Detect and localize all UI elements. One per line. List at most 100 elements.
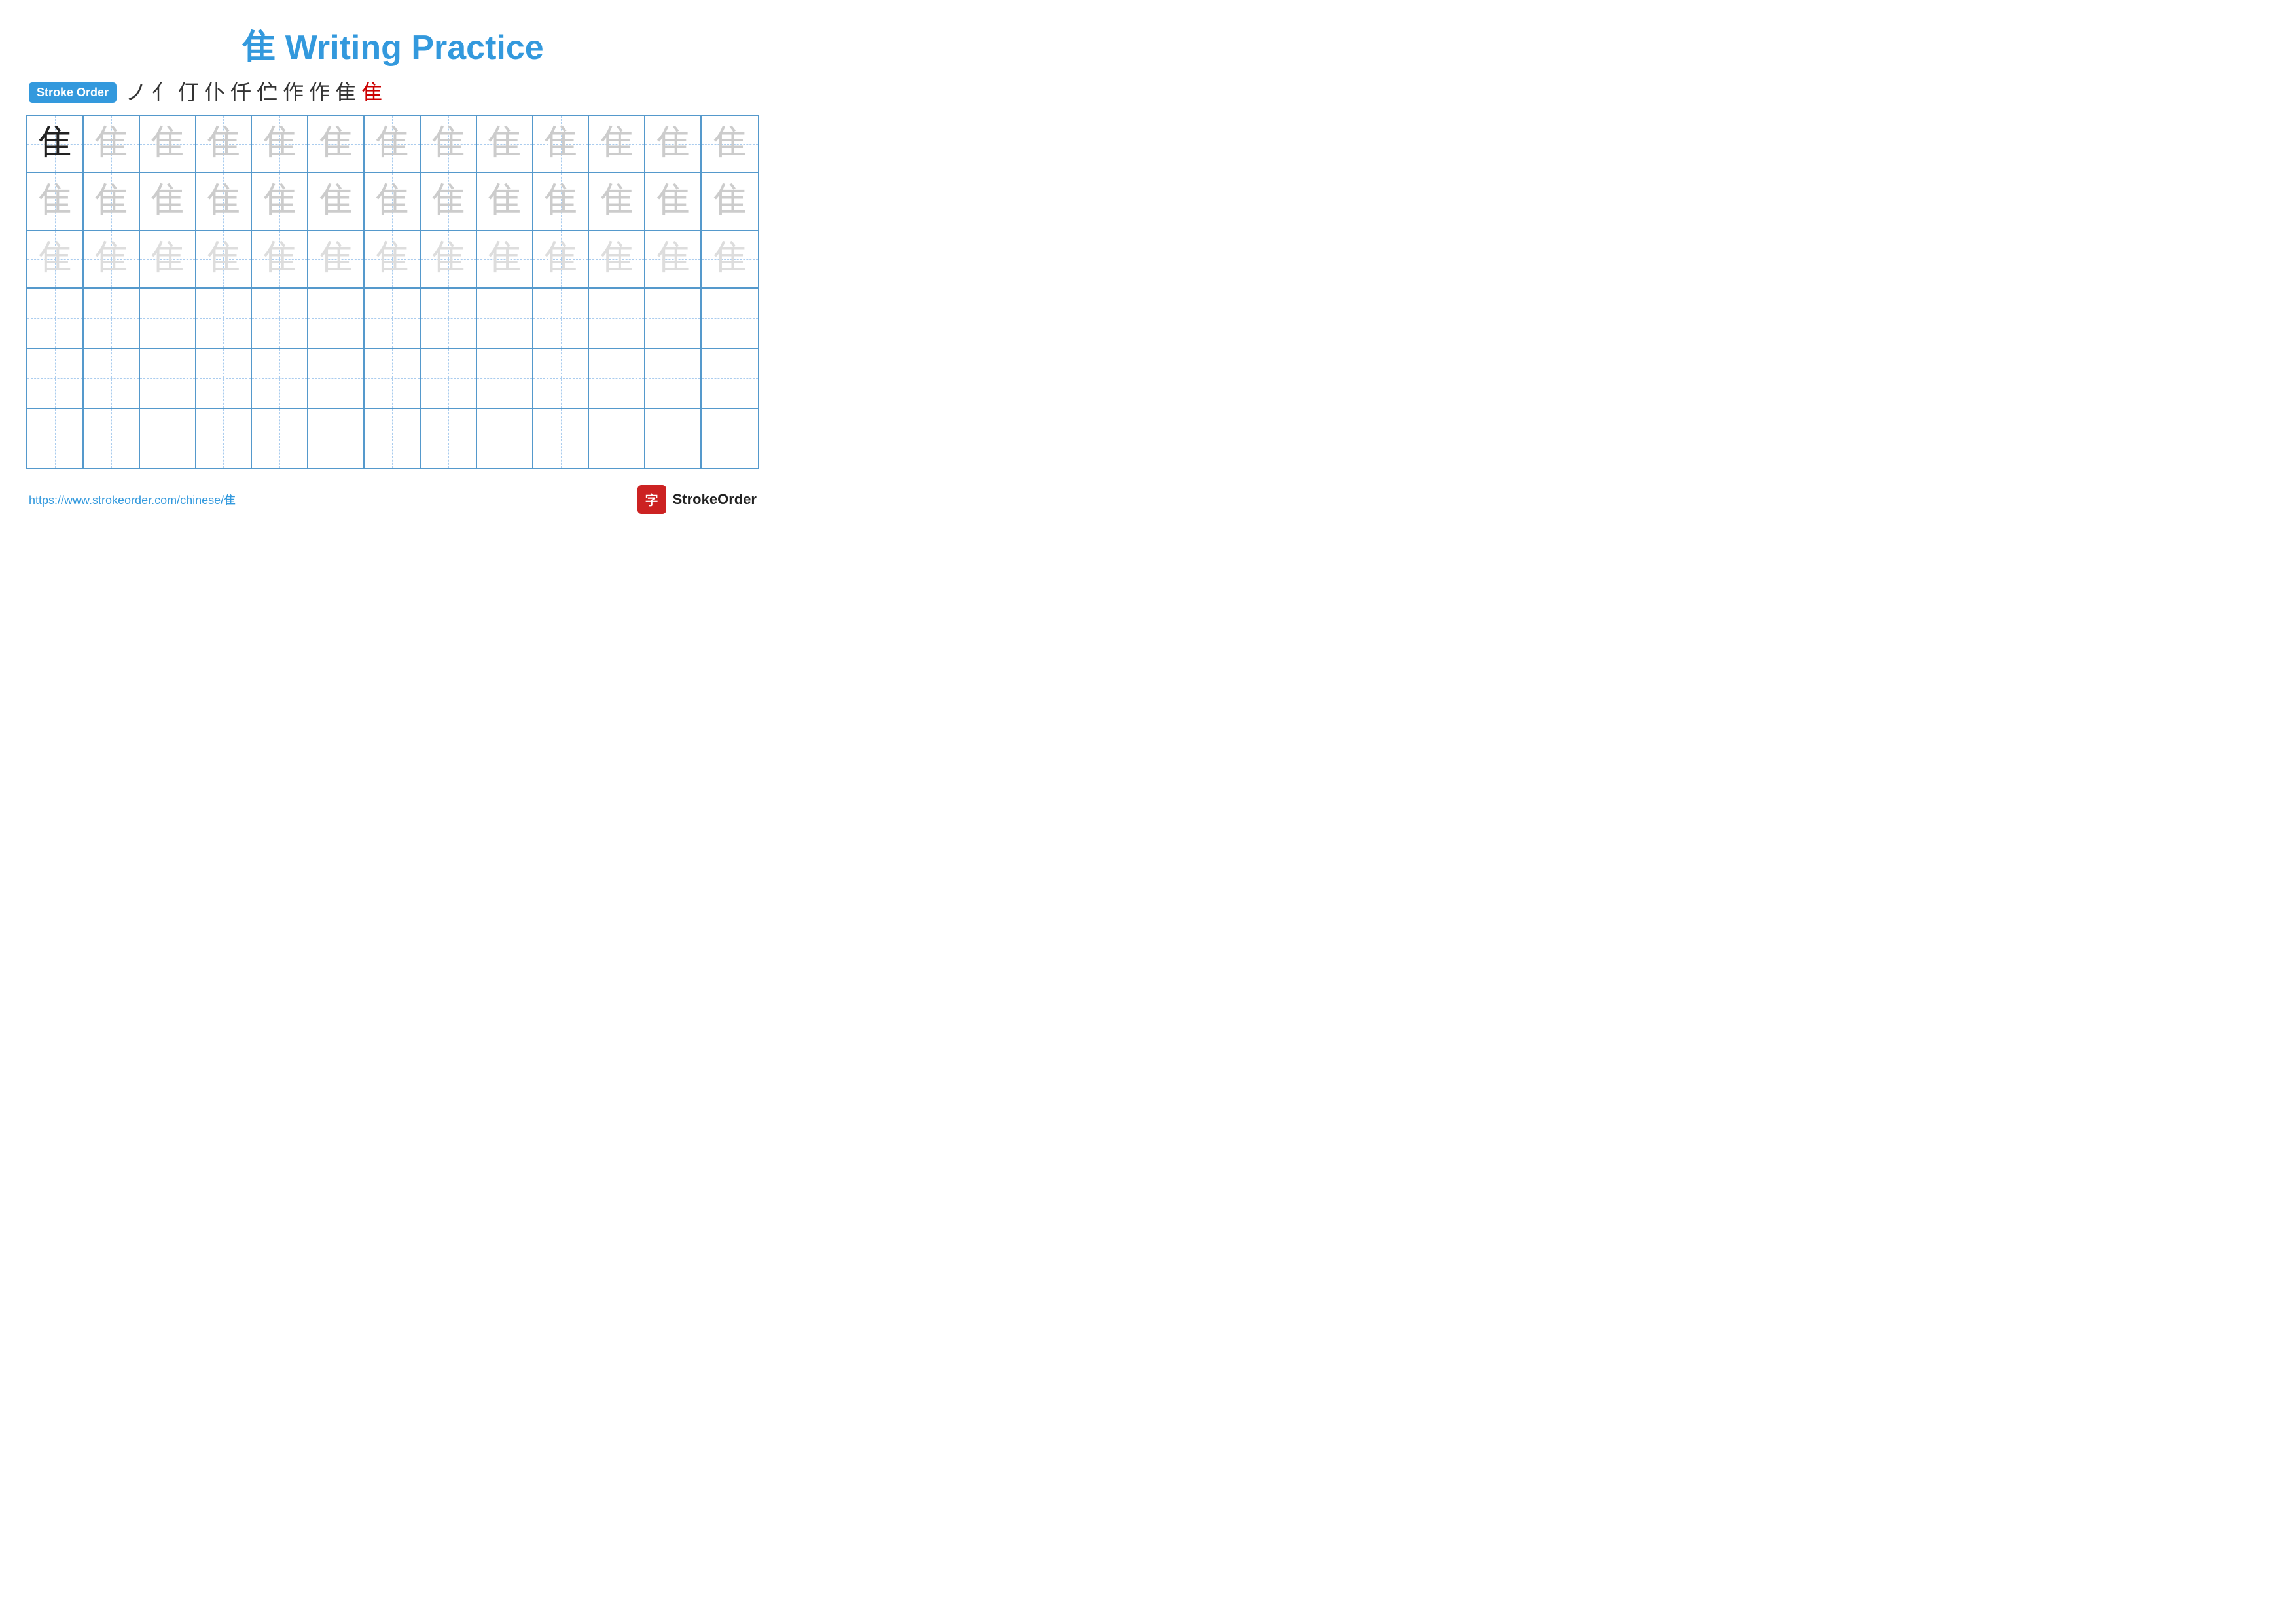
char-display: 隹 bbox=[375, 242, 409, 276]
grid-cell[interactable] bbox=[84, 409, 140, 468]
footer-url[interactable]: https://www.strokeorder.com/chinese/隹 bbox=[29, 491, 236, 508]
stroke-5: 仟 bbox=[230, 82, 251, 103]
grid-cell[interactable] bbox=[477, 409, 533, 468]
grid-cell[interactable] bbox=[421, 349, 477, 408]
grid-cell[interactable] bbox=[308, 409, 365, 468]
grid-cell[interactable] bbox=[308, 289, 365, 348]
char-display: 隹 bbox=[319, 185, 353, 219]
grid-cell[interactable] bbox=[365, 409, 421, 468]
brand-name: StrokeOrder bbox=[673, 491, 757, 508]
grid-cell[interactable]: 隹 bbox=[645, 116, 702, 172]
grid-cell[interactable] bbox=[252, 349, 308, 408]
grid-cell[interactable]: 隹 bbox=[533, 173, 590, 230]
grid-cell[interactable]: 隹 bbox=[252, 173, 308, 230]
grid-cell[interactable] bbox=[589, 289, 645, 348]
grid-cell[interactable]: 隹 bbox=[477, 116, 533, 172]
stroke-4: 仆 bbox=[204, 82, 225, 103]
char-display: 隹 bbox=[38, 127, 72, 161]
grid-cell[interactable]: 隹 bbox=[308, 116, 365, 172]
grid-cell[interactable] bbox=[421, 409, 477, 468]
grid-cell[interactable] bbox=[702, 409, 758, 468]
grid-cell[interactable]: 隹 bbox=[702, 231, 758, 287]
grid-row-4 bbox=[27, 289, 758, 349]
grid-cell[interactable]: 隹 bbox=[27, 173, 84, 230]
grid-cell[interactable] bbox=[308, 349, 365, 408]
grid-cell[interactable]: 隹 bbox=[702, 173, 758, 230]
grid-cell[interactable] bbox=[196, 289, 253, 348]
grid-cell[interactable]: 隹 bbox=[308, 231, 365, 287]
grid-cell[interactable] bbox=[477, 349, 533, 408]
grid-cell[interactable]: 隹 bbox=[421, 116, 477, 172]
char-display: 隹 bbox=[262, 242, 296, 276]
grid-cell[interactable]: 隹 bbox=[27, 231, 84, 287]
grid-cell[interactable]: 隹 bbox=[421, 173, 477, 230]
grid-cell[interactable] bbox=[27, 409, 84, 468]
grid-cell[interactable] bbox=[27, 349, 84, 408]
grid-cell[interactable]: 隹 bbox=[27, 116, 84, 172]
brand-icon: 字 bbox=[637, 485, 666, 514]
stroke-7: 作 bbox=[283, 82, 304, 103]
grid-cell[interactable] bbox=[533, 409, 590, 468]
grid-cell[interactable]: 隹 bbox=[365, 173, 421, 230]
grid-cell[interactable] bbox=[533, 289, 590, 348]
char-display: 隹 bbox=[600, 242, 634, 276]
grid-cell[interactable]: 隹 bbox=[365, 231, 421, 287]
grid-cell[interactable] bbox=[702, 349, 758, 408]
grid-cell[interactable]: 隹 bbox=[84, 116, 140, 172]
grid-cell[interactable]: 隹 bbox=[84, 231, 140, 287]
grid-cell[interactable]: 隹 bbox=[589, 173, 645, 230]
char-display: 隹 bbox=[94, 242, 128, 276]
grid-cell[interactable] bbox=[196, 409, 253, 468]
grid-cell[interactable]: 隹 bbox=[196, 231, 253, 287]
char-display: 隹 bbox=[319, 127, 353, 161]
grid-cell[interactable]: 隹 bbox=[533, 116, 590, 172]
grid-cell[interactable]: 隹 bbox=[589, 231, 645, 287]
stroke-sequence: ノ 亻 仃 仆 仟 伫 作 作 隹 隹 bbox=[126, 82, 382, 103]
grid-cell[interactable] bbox=[477, 289, 533, 348]
grid-cell[interactable]: 隹 bbox=[196, 173, 253, 230]
grid-cell[interactable] bbox=[365, 349, 421, 408]
grid-cell[interactable]: 隹 bbox=[477, 231, 533, 287]
grid-cell[interactable] bbox=[421, 289, 477, 348]
grid-cell[interactable] bbox=[702, 289, 758, 348]
grid-cell[interactable]: 隹 bbox=[140, 116, 196, 172]
grid-cell[interactable] bbox=[645, 289, 702, 348]
grid-row-6 bbox=[27, 409, 758, 468]
grid-cell[interactable] bbox=[533, 349, 590, 408]
grid-cell[interactable]: 隹 bbox=[365, 116, 421, 172]
grid-cell[interactable]: 隹 bbox=[140, 231, 196, 287]
grid-cell[interactable] bbox=[589, 409, 645, 468]
grid-cell[interactable]: 隹 bbox=[252, 231, 308, 287]
grid-cell[interactable]: 隹 bbox=[196, 116, 253, 172]
grid-cell[interactable]: 隹 bbox=[702, 116, 758, 172]
grid-cell[interactable] bbox=[140, 289, 196, 348]
grid-cell[interactable] bbox=[252, 409, 308, 468]
grid-cell[interactable]: 隹 bbox=[84, 173, 140, 230]
grid-cell[interactable]: 隹 bbox=[252, 116, 308, 172]
grid-cell[interactable] bbox=[84, 349, 140, 408]
char-display: 隹 bbox=[151, 127, 185, 161]
grid-cell[interactable] bbox=[645, 349, 702, 408]
stroke-1: ノ bbox=[126, 82, 147, 103]
char-display: 隹 bbox=[262, 127, 296, 161]
grid-cell[interactable] bbox=[252, 289, 308, 348]
grid-cell[interactable]: 隹 bbox=[533, 231, 590, 287]
grid-cell[interactable]: 隹 bbox=[645, 173, 702, 230]
grid-cell[interactable] bbox=[589, 349, 645, 408]
grid-cell[interactable] bbox=[140, 349, 196, 408]
footer: https://www.strokeorder.com/chinese/隹 字 … bbox=[26, 485, 759, 514]
grid-cell[interactable]: 隹 bbox=[308, 173, 365, 230]
grid-cell[interactable] bbox=[140, 409, 196, 468]
grid-cell[interactable] bbox=[645, 409, 702, 468]
grid-cell[interactable]: 隹 bbox=[140, 173, 196, 230]
char-display: 隹 bbox=[151, 242, 185, 276]
grid-cell[interactable]: 隹 bbox=[421, 231, 477, 287]
grid-cell[interactable] bbox=[365, 289, 421, 348]
grid-cell[interactable] bbox=[84, 289, 140, 348]
char-display: 隹 bbox=[544, 185, 578, 219]
grid-cell[interactable] bbox=[196, 349, 253, 408]
grid-cell[interactable]: 隹 bbox=[645, 231, 702, 287]
grid-cell[interactable]: 隹 bbox=[477, 173, 533, 230]
grid-cell[interactable] bbox=[27, 289, 84, 348]
grid-cell[interactable]: 隹 bbox=[589, 116, 645, 172]
